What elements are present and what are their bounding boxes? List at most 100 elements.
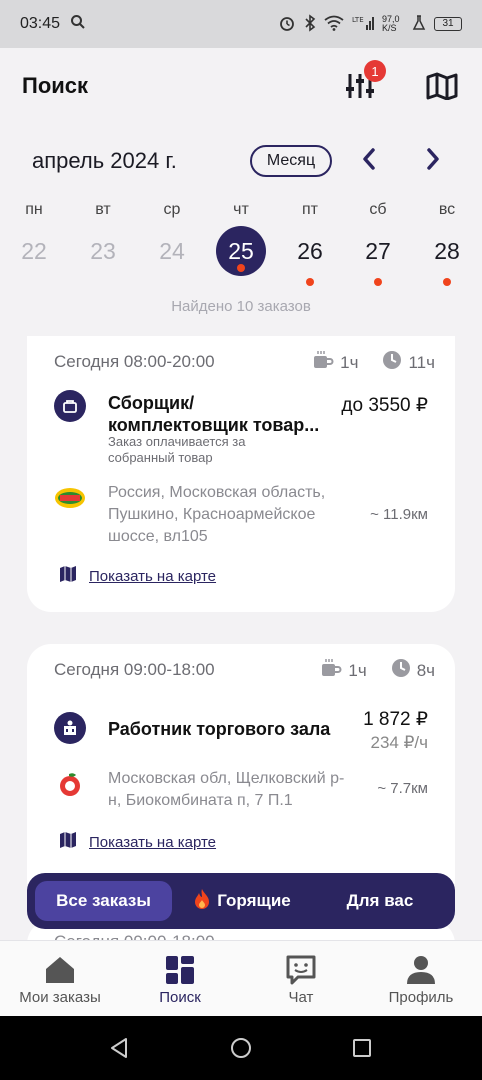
order-dot (306, 278, 314, 286)
svg-text:LTE: LTE (352, 16, 364, 24)
order-price: 1 872 ₽ (363, 709, 428, 730)
bluetooth-icon (304, 13, 316, 35)
day-number: 24 (159, 238, 185, 264)
day-of-week: чт (233, 201, 249, 218)
order-datetime: Сегодня 08:00-20:00 (54, 352, 215, 372)
order-dot (30, 278, 38, 286)
order-dot (168, 278, 176, 286)
job-note-line: собранный товар (108, 450, 213, 465)
order-day: Сегодня (54, 352, 120, 371)
order-day: Сегодня (54, 660, 120, 679)
day-of-week: пт (302, 201, 318, 218)
next-week-button[interactable] (418, 146, 448, 176)
tab-all-orders[interactable]: Все заказы (35, 881, 172, 921)
tab-label: Все заказы (56, 891, 151, 910)
job-title: Сборщик/ комплектовщик товар... (108, 392, 319, 436)
network-speed: 97,0 K/S (382, 14, 400, 33)
prev-week-button[interactable] (354, 146, 384, 176)
chat-icon (246, 953, 356, 987)
show-on-map-label: Показать на карте (89, 834, 217, 851)
show-on-map-link[interactable]: Показать на карте (59, 832, 216, 853)
address-line: Московская обл, Щелковский р- (108, 770, 345, 787)
order-address: Россия, Московская область, Пушкино, Кра… (108, 482, 325, 548)
break-duration: 1ч (348, 660, 367, 680)
nav-label: Профиль (388, 989, 454, 1006)
day-cell-selected[interactable]: чт 25 (213, 198, 269, 276)
day-number: 23 (90, 238, 116, 264)
show-on-map-label: Показать на карте (89, 568, 217, 585)
status-time: 03:45 (20, 15, 61, 32)
address-line: Россия, Московская область, (108, 484, 326, 501)
day-cell[interactable]: вт 23 (75, 198, 131, 286)
store-worker-role-icon (54, 712, 86, 744)
page-title: Поиск (22, 73, 89, 98)
hourly-rate: 234 ₽/ч (370, 733, 428, 752)
tab-label: Горящие (217, 891, 291, 910)
job-note: Заказ оплачивается за собранный товар (108, 434, 245, 466)
chevron-left-icon (361, 147, 377, 175)
job-title: Работник торгового зала (108, 719, 331, 739)
shift-duration: 11ч (408, 352, 435, 372)
order-meta: 1ч 8ч (320, 658, 435, 683)
address-line: шоссе, вл105 (108, 528, 208, 545)
order-dot (99, 278, 107, 286)
fire-icon (193, 888, 211, 915)
day-cell[interactable]: пт 26 (282, 198, 338, 286)
nav-my-orders[interactable]: Мои заказы (5, 953, 115, 1006)
month-selector: апрель 2024 г. Месяц (0, 140, 482, 184)
day-cell[interactable]: пн 22 (6, 198, 62, 286)
day-of-week: вт (95, 201, 111, 218)
nav-label: Мои заказы (19, 989, 101, 1006)
wifi-icon (324, 15, 344, 34)
month-label: апрель 2024 г. (32, 148, 177, 173)
day-cell[interactable]: сб 27 (350, 198, 406, 286)
nav-search[interactable]: Поиск (125, 953, 235, 1006)
tab-hot-orders[interactable]: Горящие (177, 881, 307, 921)
job-note-line: Заказ оплачивается за (108, 434, 246, 449)
user-icon (366, 953, 476, 987)
map-view-button[interactable] (422, 68, 462, 108)
filter-button[interactable]: 1 (340, 60, 386, 108)
day-cell[interactable]: ср 24 (144, 198, 200, 286)
order-address: Московская обл, Щелковский р- н, Биокомб… (108, 768, 344, 812)
day-number: 27 (365, 238, 391, 264)
day-number: 22 (21, 238, 47, 264)
nav-label: Поиск (159, 989, 201, 1006)
clock-icon (391, 658, 411, 683)
shift-duration: 8ч (416, 660, 435, 680)
order-card[interactable]: Сегодня 09:00-18:00 1ч 8ч Работник торго… (27, 644, 455, 884)
chevron-right-icon (425, 147, 441, 175)
order-meta: 1ч 11ч (312, 350, 435, 375)
home-circle-icon[interactable] (229, 1036, 253, 1060)
address-line: н, Биокомбината п, 7 П.1 (108, 792, 293, 809)
system-navigation-bar (0, 1016, 482, 1080)
globus-logo (54, 482, 86, 514)
day-of-week: ср (163, 201, 181, 218)
status-bar: 03:45 LTE 97,0 K/S 31 (0, 0, 482, 48)
order-datetime: Сегодня 09:00-18:00 (54, 660, 215, 680)
results-count: Найдено 10 заказов (171, 298, 311, 315)
grid-icon (125, 953, 235, 987)
picker-role-icon (54, 390, 86, 422)
nav-chat[interactable]: Чат (246, 953, 356, 1006)
recents-icon[interactable] (350, 1036, 374, 1060)
clock-icon (382, 350, 402, 375)
tab-for-you[interactable]: Для вас (317, 881, 443, 921)
map-icon (426, 72, 458, 105)
address-line: Пушкино, Красноармейское (108, 506, 316, 523)
app-header: Поиск 1 (0, 48, 482, 128)
week-strip: пн 22 вт 23 ср 24 чт 25 пт 26 сб 27 вс 2… (0, 198, 482, 288)
order-card[interactable]: Сегодня 08:00-20:00 1ч 11ч Сборщик/ комп… (27, 336, 455, 612)
show-on-map-link[interactable]: Показать на карте (59, 566, 216, 587)
map-icon (59, 832, 77, 853)
back-icon[interactable] (108, 1036, 132, 1060)
month-view-button[interactable]: Месяц (250, 145, 332, 177)
day-cell[interactable]: вс 28 (419, 198, 475, 286)
job-title-line: комплектовщик товар... (108, 415, 320, 435)
order-type-tabs: Все заказы Горящие Для вас (27, 873, 455, 929)
order-distance: ~ 11.9км (370, 506, 428, 523)
search-icon (70, 14, 86, 35)
alarm-icon (278, 14, 296, 35)
nav-profile[interactable]: Профиль (366, 953, 476, 1006)
map-icon (59, 566, 77, 587)
